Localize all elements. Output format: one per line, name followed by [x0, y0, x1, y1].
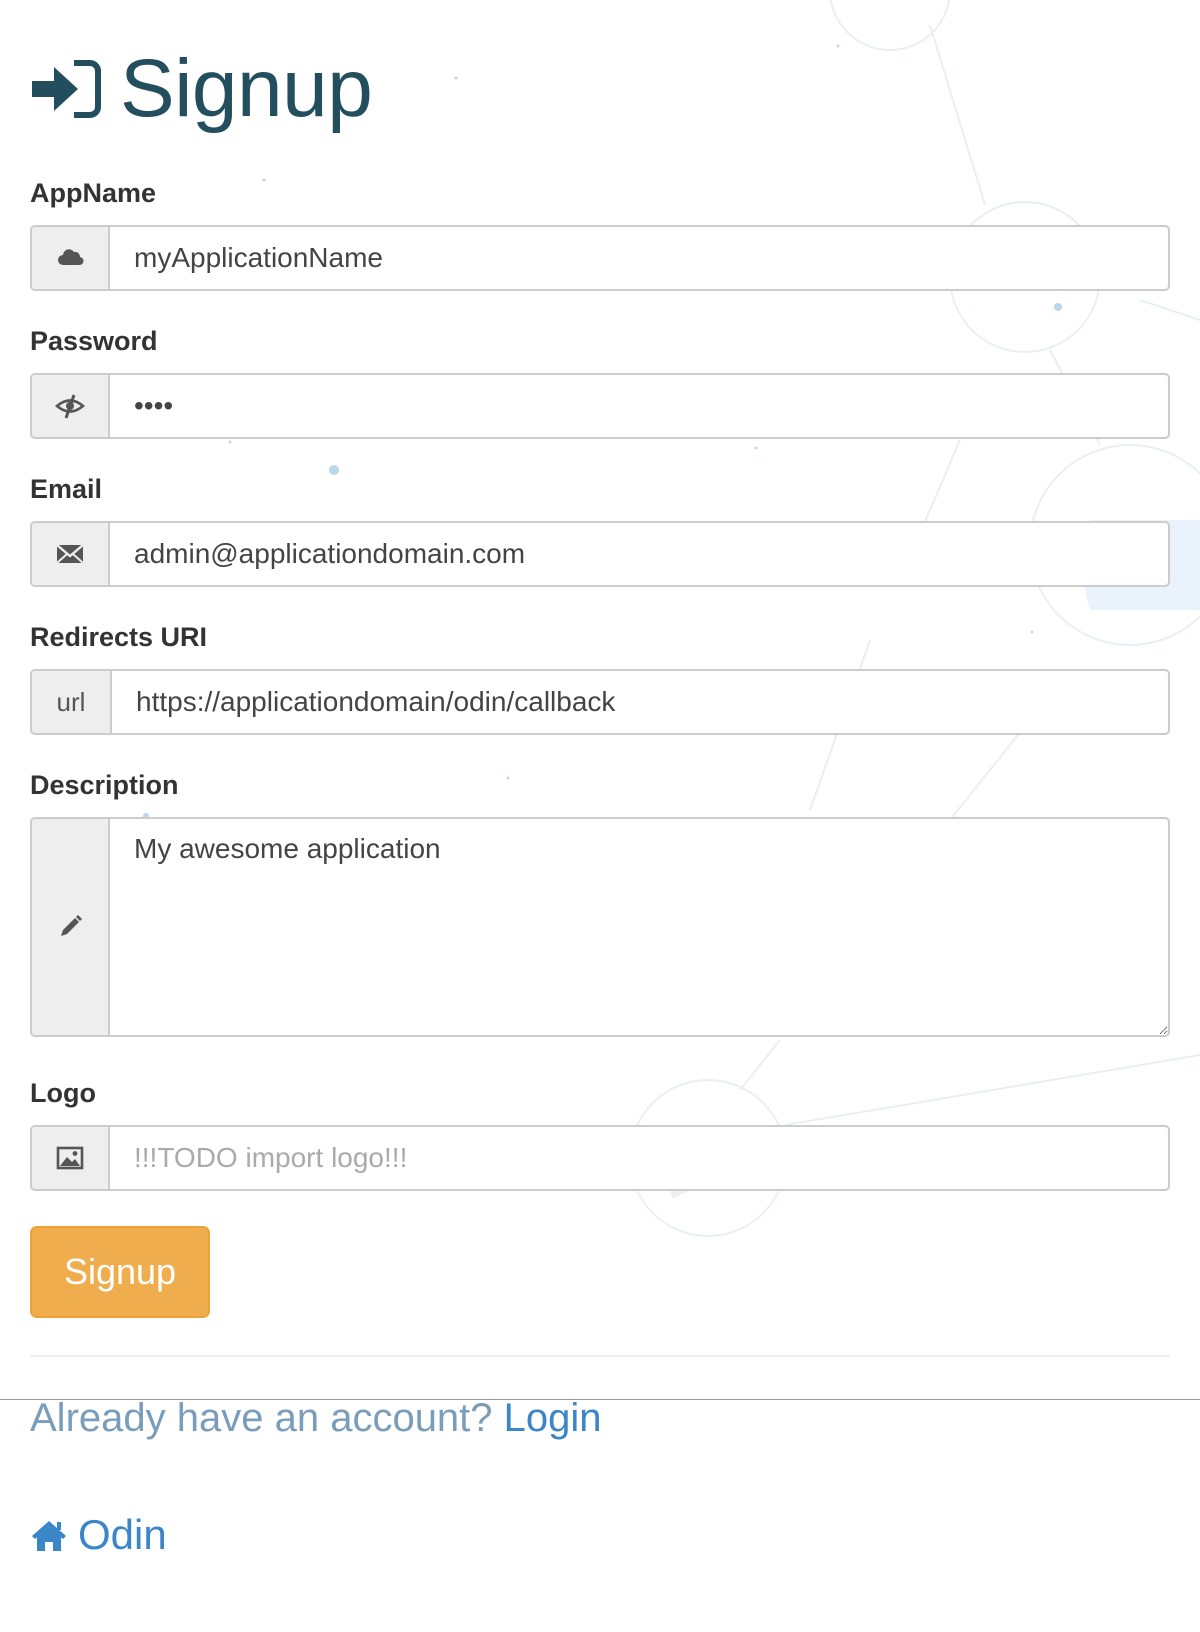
description-addon	[32, 819, 110, 1035]
email-label: Email	[30, 474, 103, 504]
form-divider	[30, 1355, 1170, 1357]
description-textarea[interactable]: My awesome application	[110, 819, 1168, 1035]
redirects-uri-input-group: url	[30, 669, 1170, 735]
password-label: Password	[30, 326, 158, 356]
logo-addon	[32, 1127, 110, 1189]
appname-input[interactable]	[110, 227, 1168, 289]
page-title: Signup	[120, 43, 373, 134]
sign-in-icon	[30, 57, 102, 121]
appname-addon	[32, 227, 110, 289]
signup-button[interactable]: Signup	[30, 1226, 210, 1318]
password-input[interactable]	[110, 375, 1168, 437]
home-link[interactable]: Odin	[30, 1514, 167, 1556]
url-addon: url	[32, 671, 112, 733]
email-input-group	[30, 521, 1170, 587]
account-prompt-text: Already have an account?	[30, 1396, 493, 1440]
pencil-icon	[55, 912, 85, 942]
account-prompt-row: Already have an account? Login	[30, 1398, 602, 1438]
home-link-label: Odin	[78, 1511, 167, 1558]
page-header: Signup	[30, 43, 373, 134]
email-addon	[32, 523, 110, 585]
picture-icon	[55, 1143, 85, 1173]
redirects-uri-input[interactable]	[112, 671, 1168, 733]
envelope-icon	[55, 539, 85, 569]
redirects-uri-label: Redirects URI	[30, 622, 208, 652]
appname-label: AppName	[30, 178, 157, 208]
cloud-icon	[55, 243, 85, 273]
eye-slash-icon	[55, 391, 85, 421]
description-label: Description	[30, 770, 179, 800]
logo-label: Logo	[30, 1078, 96, 1108]
footer-divider	[0, 1399, 1200, 1400]
logo-input[interactable]	[110, 1127, 1168, 1189]
logo-input-group	[30, 1125, 1170, 1191]
login-link[interactable]: Login	[504, 1396, 602, 1440]
description-input-group: My awesome application	[30, 817, 1170, 1037]
password-input-group	[30, 373, 1170, 439]
appname-input-group	[30, 225, 1170, 291]
password-addon	[32, 375, 110, 437]
home-icon	[30, 1518, 68, 1552]
email-input[interactable]	[110, 523, 1168, 585]
